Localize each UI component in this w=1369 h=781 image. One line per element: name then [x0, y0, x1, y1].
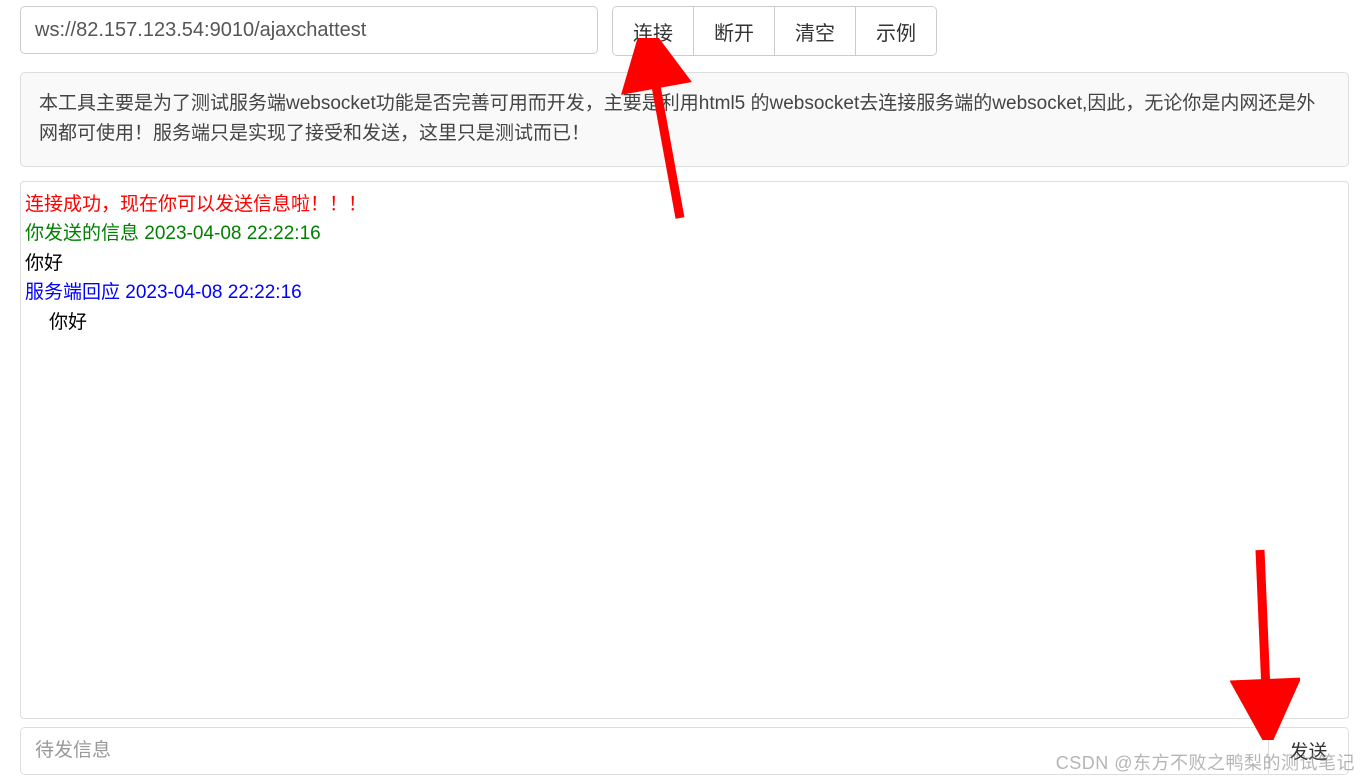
- log-line: 你好: [25, 308, 1344, 337]
- message-input[interactable]: [21, 728, 1268, 774]
- connect-button[interactable]: 连接: [613, 7, 694, 55]
- send-row: 发送: [20, 727, 1349, 775]
- disconnect-button[interactable]: 断开: [694, 7, 775, 55]
- action-button-group: 连接 断开 清空 示例: [612, 6, 937, 56]
- clear-button[interactable]: 清空: [775, 7, 856, 55]
- log-area: 连接成功，现在你可以发送信息啦！！！ 你发送的信息 2023-04-08 22:…: [20, 181, 1349, 719]
- example-button[interactable]: 示例: [856, 7, 936, 55]
- top-toolbar: 连接 断开 清空 示例: [20, 6, 1349, 56]
- log-line: 服务端回应 2023-04-08 22:22:16: [25, 278, 1344, 307]
- websocket-url-input[interactable]: [20, 6, 598, 54]
- log-line: 连接成功，现在你可以发送信息啦！！！: [25, 190, 1344, 219]
- log-line: 你好: [25, 249, 1344, 278]
- info-panel: 本工具主要是为了测试服务端websocket功能是否完善可用而开发，主要是利用h…: [20, 72, 1349, 167]
- info-text: 本工具主要是为了测试服务端websocket功能是否完善可用而开发，主要是利用h…: [39, 93, 1315, 144]
- log-line: 你发送的信息 2023-04-08 22:22:16: [25, 219, 1344, 248]
- send-button[interactable]: 发送: [1268, 728, 1348, 774]
